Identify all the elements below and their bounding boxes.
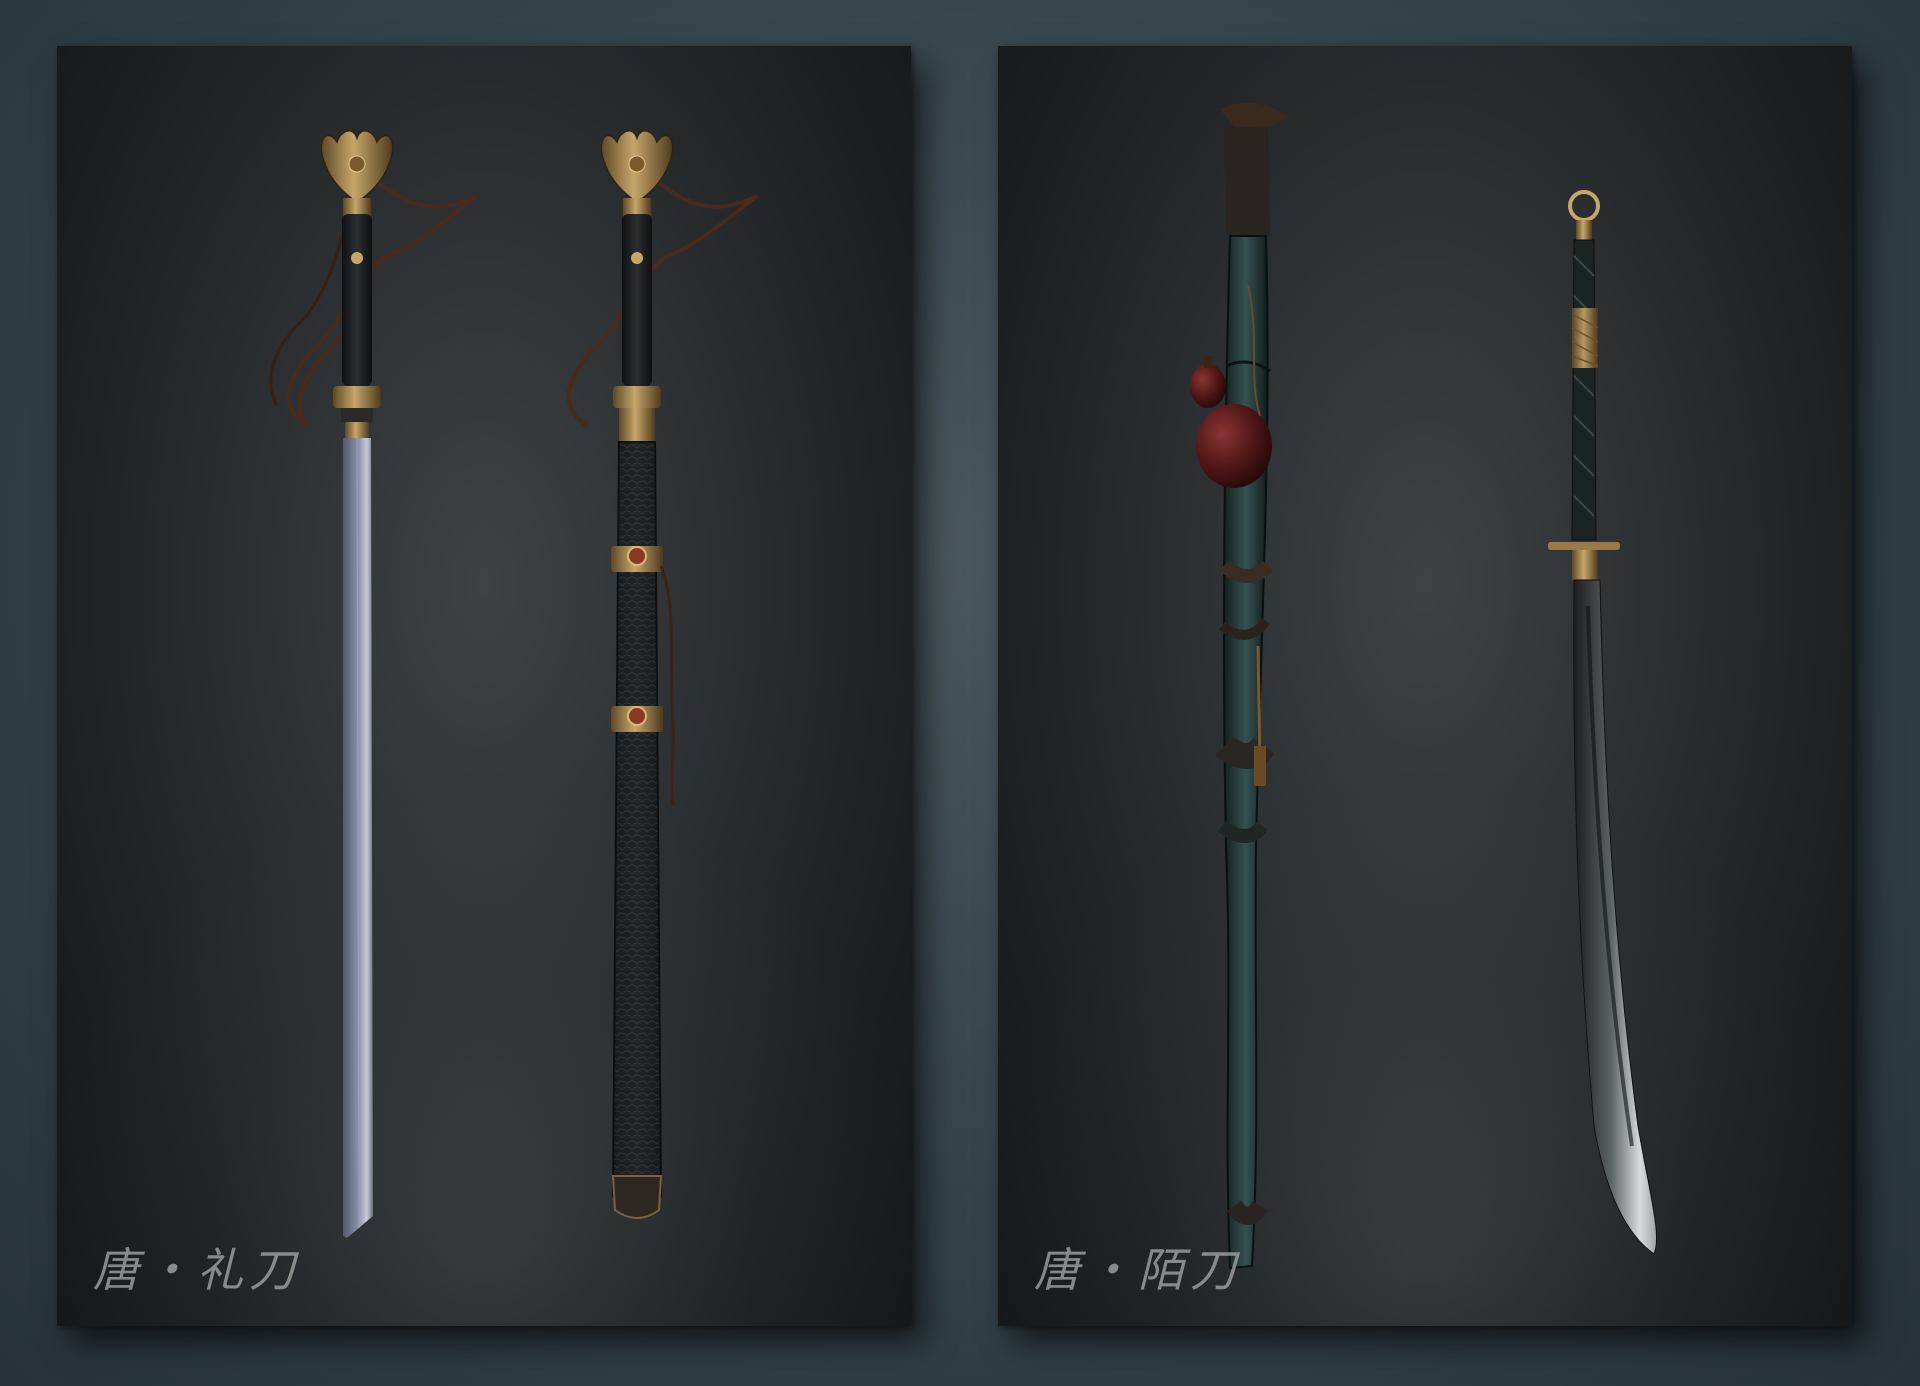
drawn-ceremonial-sword	[269, 130, 479, 1238]
artwork-title: 唐・礼刀	[93, 1243, 301, 1297]
gallery-wall: 唐・礼刀 唐・陌刀	[0, 0, 1920, 1386]
wrapped-staff-with-gourd	[1190, 102, 1288, 1270]
modao-artwork	[1190, 102, 1658, 1270]
artwork-panel-modao: 唐・陌刀	[998, 46, 1852, 1326]
artwork-title: 唐・陌刀	[1034, 1243, 1242, 1297]
artwork-panel-ceremonial-sword: 唐・礼刀	[57, 46, 911, 1326]
phoenix-pommel-icon	[320, 130, 394, 216]
long-curved-blade	[1548, 190, 1658, 1255]
ceremonial-sword-artwork	[269, 130, 759, 1238]
sheathed-ceremonial-sword	[567, 130, 759, 1219]
phoenix-pommel-icon	[600, 130, 674, 216]
